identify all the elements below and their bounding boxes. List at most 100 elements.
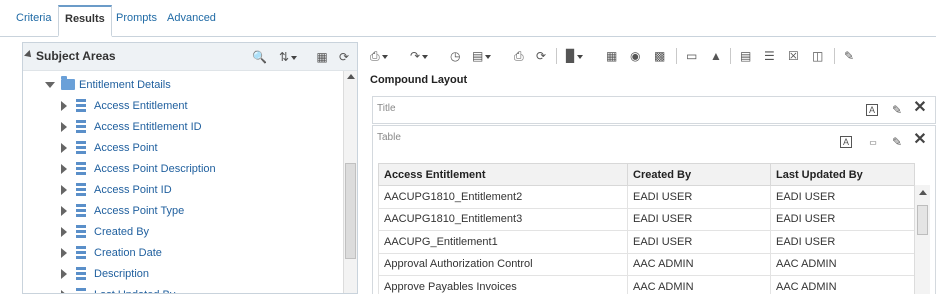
edit-view-icon[interactable]: ✎ [890,103,904,117]
results-table: Access Entitlement Created By Last Updat… [378,163,915,294]
selection-steps-icon[interactable]: ☰ [764,48,775,64]
schedule-icon[interactable]: ◷ [450,48,460,64]
table-cell: Approve Payables Invoices [378,275,628,294]
graph-icon[interactable]: ▉ [566,48,584,64]
search-icon[interactable]: 🔍 [252,50,267,64]
tree-folder-label: Entitlement Details [79,79,171,91]
column-icon [76,267,86,281]
table-cell: EADI USER [627,185,771,209]
table-cell: EADI USER [627,230,771,254]
table-cell: AACUPG1810_Entitlement3 [378,207,628,231]
title-view-icon[interactable]: ▲ [710,48,722,64]
toolbar-divider [730,48,731,64]
table-cell: EADI USER [770,207,915,231]
print-preview-icon[interactable]: ⎙ [514,48,524,64]
subject-areas-tree: Entitlement Details Access Entitlement A… [23,73,343,293]
table-cell: AAC ADMIN [627,275,771,294]
table-view-label: Table [377,132,401,143]
calculated-item-icon[interactable]: ☒ [788,48,799,64]
tree-item-label: Description [94,268,150,280]
title-view-label: Title [377,103,396,114]
tab-advanced[interactable]: Advanced [161,6,222,32]
table-cell: AACUPG1810_Entitlement2 [378,185,628,209]
compound-layout-title: Compound Layout [370,74,468,86]
table-row: Approve Payables Invoices AAC ADMIN AAC … [378,275,915,294]
column-icon [76,288,86,293]
expand-icon[interactable] [61,143,67,153]
format-container-icon[interactable]: A [840,136,852,148]
pivot-icon[interactable]: ◉ [630,48,640,64]
sort-icon[interactable]: ⇅ [275,50,301,64]
expand-icon[interactable] [61,227,67,237]
column-icon [76,120,86,134]
table-cell: EADI USER [770,230,915,254]
results-toolbar: ⎙ ↷ ◷ ▤ ⎙ ⟳ ▉ ▦ ◉ ▩ ▭ ▲ ▤ ☰ ☒ ◫ ✎ [366,43,936,69]
column-icon [76,183,86,197]
print-icon[interactable]: ⎙ [370,48,388,64]
tree-item-label: Access Entitlement ID [94,121,202,133]
export-icon[interactable]: ↷ [410,48,429,64]
column-icon [76,162,86,176]
tree-item-label: Access Point [94,142,158,154]
table-view-icon[interactable]: ▦ [606,48,617,64]
table-row: AACUPG1810_Entitlement2 EADI USER EADI U… [378,185,915,209]
expand-icon[interactable] [61,101,67,111]
tree-item-label: Created By [94,226,150,238]
table-header-row: Access Entitlement Created By Last Updat… [378,163,915,186]
table-row: AACUPG1810_Entitlement3 EADI USER EADI U… [378,207,915,231]
table-row: Approval Authorization Control AAC ADMIN… [378,252,915,276]
trellis-icon[interactable]: ▩ [654,48,665,64]
tree-scrollbar[interactable] [343,71,357,293]
tab-criteria[interactable]: Criteria [10,6,57,32]
column-header[interactable]: Last Updated By [770,163,915,186]
tree-item-label: Access Point Description [94,163,216,175]
scroll-up-icon[interactable] [919,190,927,195]
table-cell: AAC ADMIN [627,252,771,276]
scroll-thumb[interactable] [917,205,928,235]
tab-prompts[interactable]: Prompts [110,6,163,32]
expand-icon[interactable] [61,248,67,258]
expand-icon[interactable] [61,164,67,174]
toolbar-divider [556,48,557,64]
new-view-icon[interactable]: ▤ [472,48,492,64]
tree-item-label: Creation Date [94,247,162,259]
column-header[interactable]: Created By [627,163,771,186]
format-container-icon[interactable]: A [866,104,878,116]
expand-icon[interactable] [61,290,67,293]
edit-analysis-properties-icon[interactable]: ✎ [844,48,854,64]
folder-icon [61,76,75,90]
table-cell: AACUPG_Entitlement1 [378,230,628,254]
tab-results[interactable]: Results [58,5,112,37]
scroll-up-icon[interactable] [347,74,355,79]
column-icon [76,141,86,155]
filters-icon[interactable]: ▤ [740,48,751,64]
subject-areas-header: Subject Areas 🔍 ⇅ ▦ ⟳ [23,43,357,71]
table-scrollbar[interactable] [914,185,930,294]
create-column-icon[interactable]: ▦ [315,50,329,64]
column-header[interactable]: Access Entitlement [378,163,628,186]
tree-item-label: Access Point Type [94,205,185,217]
toolbar-divider [834,48,835,64]
expand-icon[interactable] [61,122,67,132]
collapse-panel-icon[interactable] [24,50,34,60]
scroll-thumb[interactable] [345,163,356,259]
toolbar-divider [676,48,677,64]
remove-view-icon[interactable]: ✕ [913,132,927,148]
table-cell: AAC ADMIN [770,275,915,294]
text-view-icon[interactable]: ▭ [686,48,697,64]
edit-view-icon[interactable]: ✎ [890,135,904,149]
remove-view-icon[interactable]: ✕ [913,100,927,116]
column-selector-icon[interactable]: ◫ [812,48,823,64]
refresh-results-icon[interactable]: ⟳ [536,48,546,64]
subject-areas-panel: Subject Areas 🔍 ⇅ ▦ ⟳ Entitlement Detail… [22,42,358,294]
tree-item-label: Last Updated By [94,285,175,293]
table-cell: EADI USER [770,185,915,209]
collapse-icon[interactable] [45,82,55,88]
format-view-icon[interactable]: ▭ [865,136,881,150]
title-view-box: Title A ✎ ✕ [372,96,936,124]
expand-icon[interactable] [61,206,67,216]
refresh-icon[interactable]: ⟳ [337,50,351,64]
expand-icon[interactable] [61,269,67,279]
expand-icon[interactable] [61,185,67,195]
tree-item-label: Access Entitlement [94,100,188,112]
